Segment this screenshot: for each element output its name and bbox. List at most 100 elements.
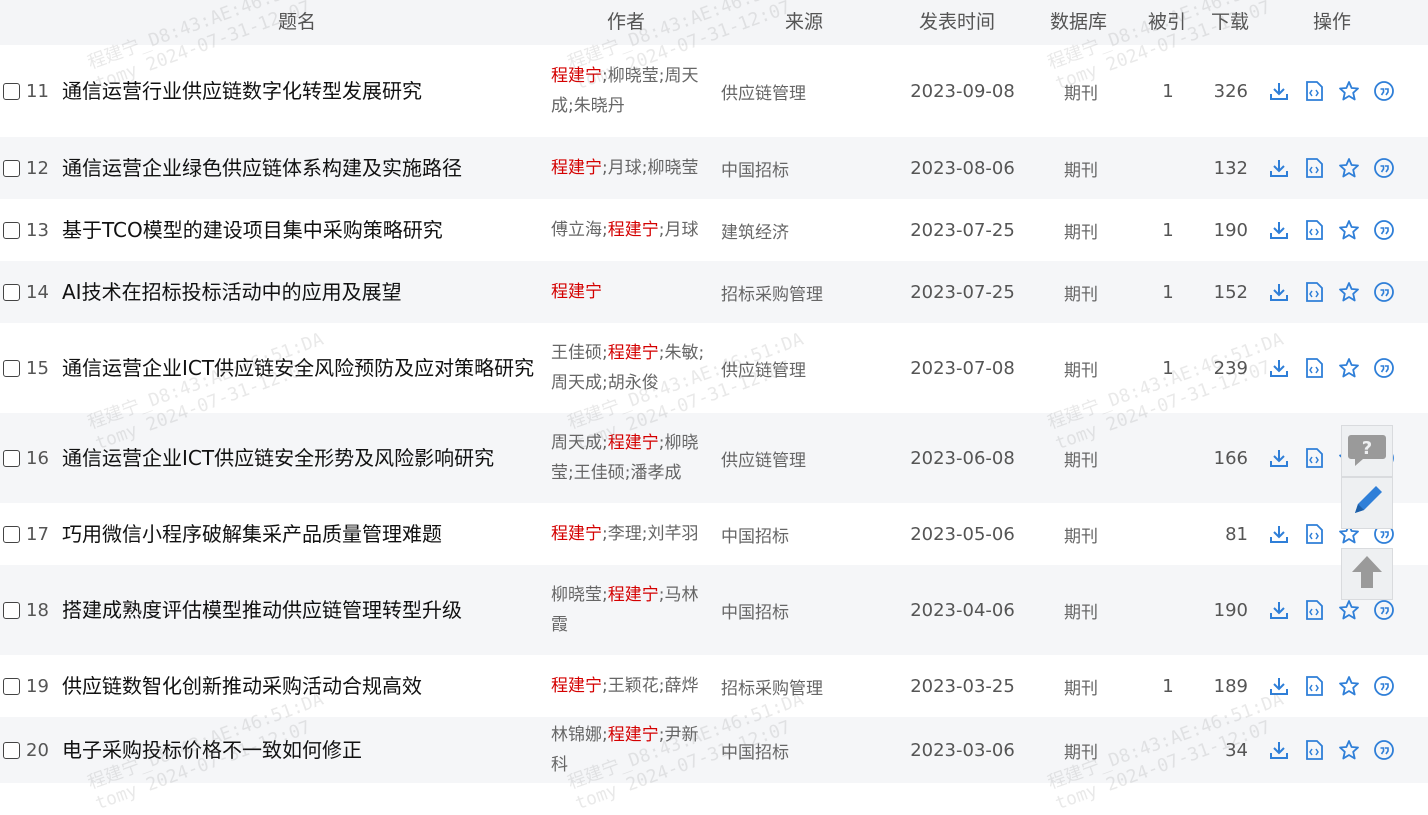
- source-link[interactable]: 供应链管理: [721, 413, 901, 503]
- download-icon[interactable]: [1268, 523, 1290, 545]
- author-name[interactable]: 程建宁: [551, 676, 602, 696]
- publish-date: 2023-09-08: [910, 80, 1015, 102]
- download-icon[interactable]: [1268, 281, 1290, 303]
- author-name[interactable]: 程建宁: [608, 725, 659, 745]
- cited-count: 1: [1162, 80, 1174, 102]
- author-name[interactable]: 程建宁: [608, 433, 659, 453]
- download-count: 190: [1213, 219, 1248, 241]
- source-link[interactable]: 供应链管理: [721, 323, 901, 413]
- favorite-star-icon[interactable]: [1338, 675, 1360, 697]
- row-checkbox[interactable]: [3, 222, 20, 239]
- download-icon[interactable]: [1268, 219, 1290, 241]
- row-checkbox[interactable]: [3, 602, 20, 619]
- database-type: 期刊: [1064, 360, 1098, 381]
- back-to-top-button[interactable]: [1341, 548, 1393, 600]
- cited-count: 1: [1162, 675, 1174, 697]
- svg-text:?: ?: [1362, 438, 1372, 459]
- download-icon[interactable]: [1268, 157, 1290, 179]
- quote-icon[interactable]: [1373, 219, 1395, 241]
- download-icon[interactable]: [1268, 675, 1290, 697]
- favorite-star-icon[interactable]: [1338, 599, 1360, 621]
- table-row: 17 巧用微信小程序破解集采产品质量管理难题 程建宁;李理;刘芊羽 中国招标 2023-…: [0, 503, 1428, 565]
- article-title-link[interactable]: 搭建成熟度评估模型推动供应链管理转型升级: [62, 565, 542, 655]
- author-name[interactable]: 程建宁: [551, 282, 602, 302]
- source-link[interactable]: 中国招标: [721, 565, 901, 655]
- row-checkbox[interactable]: [3, 284, 20, 301]
- row-number: 16: [26, 447, 49, 469]
- quote-icon[interactable]: [1373, 80, 1395, 102]
- table-row: 18 搭建成熟度评估模型推动供应链管理转型升级 柳晓莹;程建宁;马林霞 中国招标 202…: [0, 565, 1428, 655]
- help-button[interactable]: ?: [1341, 425, 1393, 477]
- favorite-star-icon[interactable]: [1338, 357, 1360, 379]
- download-count: 152: [1213, 281, 1248, 303]
- row-checkbox[interactable]: [3, 360, 20, 377]
- quote-icon[interactable]: [1373, 281, 1395, 303]
- html-read-icon[interactable]: [1303, 219, 1325, 241]
- source-link[interactable]: 中国招标: [721, 137, 901, 199]
- row-checkbox[interactable]: [3, 450, 20, 467]
- quote-icon[interactable]: [1373, 357, 1395, 379]
- database-type: 期刊: [1064, 222, 1098, 243]
- source-link[interactable]: 招标采购管理: [721, 261, 901, 323]
- author-name[interactable]: 程建宁: [551, 66, 602, 86]
- html-read-icon[interactable]: [1303, 157, 1325, 179]
- row-checkbox[interactable]: [3, 678, 20, 695]
- header-date[interactable]: 发表时间: [919, 0, 995, 45]
- row-checkbox[interactable]: [3, 83, 20, 100]
- download-icon[interactable]: [1268, 80, 1290, 102]
- article-title-link[interactable]: 通信运营企业ICT供应链安全风险预防及应对策略研究: [62, 323, 542, 413]
- help-question-icon: ?: [1347, 431, 1387, 471]
- download-icon[interactable]: [1268, 739, 1290, 761]
- article-title-link[interactable]: 通信运营行业供应链数字化转型发展研究: [62, 45, 542, 137]
- feedback-edit-button[interactable]: [1341, 477, 1393, 529]
- article-title-link[interactable]: 通信运营企业ICT供应链安全形势及风险影响研究: [62, 413, 542, 503]
- article-title-link[interactable]: 巧用微信小程序破解集采产品质量管理难题: [62, 503, 542, 565]
- html-read-icon[interactable]: [1303, 447, 1325, 469]
- database-type: 期刊: [1064, 160, 1098, 181]
- html-read-icon[interactable]: [1303, 599, 1325, 621]
- source-link[interactable]: 建筑经济: [721, 199, 901, 261]
- source-link[interactable]: 中国招标: [721, 503, 901, 565]
- article-title-link[interactable]: 通信运营企业绿色供应链体系构建及实施路径: [62, 137, 542, 199]
- quote-icon[interactable]: [1373, 157, 1395, 179]
- html-read-icon[interactable]: [1303, 523, 1325, 545]
- download-icon[interactable]: [1268, 599, 1290, 621]
- html-read-icon[interactable]: [1303, 357, 1325, 379]
- author-name[interactable]: 程建宁: [608, 220, 659, 240]
- article-title-link[interactable]: AI技术在招标投标活动中的应用及展望: [62, 261, 542, 323]
- quote-icon[interactable]: [1373, 675, 1395, 697]
- source-link[interactable]: 中国招标: [721, 717, 901, 783]
- header-downloads[interactable]: 下载: [1211, 0, 1249, 45]
- favorite-star-icon[interactable]: [1338, 281, 1360, 303]
- favorite-star-icon[interactable]: [1338, 80, 1360, 102]
- html-read-icon[interactable]: [1303, 80, 1325, 102]
- favorite-star-icon[interactable]: [1338, 739, 1360, 761]
- quote-icon[interactable]: [1373, 599, 1395, 621]
- author-name[interactable]: 程建宁: [551, 158, 602, 178]
- author-name[interactable]: 程建宁: [551, 524, 602, 544]
- author-name[interactable]: 程建宁: [608, 343, 659, 363]
- table-row: 15 通信运营企业ICT供应链安全风险预防及应对策略研究 王佳硕;程建宁;朱敏;周天…: [0, 323, 1428, 413]
- header-cited[interactable]: 被引: [1148, 0, 1186, 45]
- back-to-top-icon: [1349, 552, 1385, 596]
- database-type: 期刊: [1064, 742, 1098, 763]
- html-read-icon[interactable]: [1303, 281, 1325, 303]
- row-checkbox[interactable]: [3, 160, 20, 177]
- html-read-icon[interactable]: [1303, 739, 1325, 761]
- article-title-link[interactable]: 供应链数智化创新推动采购活动合规高效: [62, 655, 542, 717]
- authors: 林锦娜;程建宁;尹新科: [551, 717, 711, 783]
- favorite-star-icon[interactable]: [1338, 157, 1360, 179]
- source-link[interactable]: 供应链管理: [721, 45, 901, 137]
- html-read-icon[interactable]: [1303, 675, 1325, 697]
- article-title-link[interactable]: 电子采购投标价格不一致如何修正: [62, 717, 542, 783]
- header-title[interactable]: 题名: [278, 0, 316, 45]
- source-link[interactable]: 招标采购管理: [721, 655, 901, 717]
- article-title-link[interactable]: 基于TCO模型的建设项目集中采购策略研究: [62, 199, 542, 261]
- favorite-star-icon[interactable]: [1338, 219, 1360, 241]
- download-icon[interactable]: [1268, 447, 1290, 469]
- quote-icon[interactable]: [1373, 739, 1395, 761]
- author-name[interactable]: 程建宁: [608, 585, 659, 605]
- download-icon[interactable]: [1268, 357, 1290, 379]
- row-checkbox[interactable]: [3, 526, 20, 543]
- row-checkbox[interactable]: [3, 742, 20, 759]
